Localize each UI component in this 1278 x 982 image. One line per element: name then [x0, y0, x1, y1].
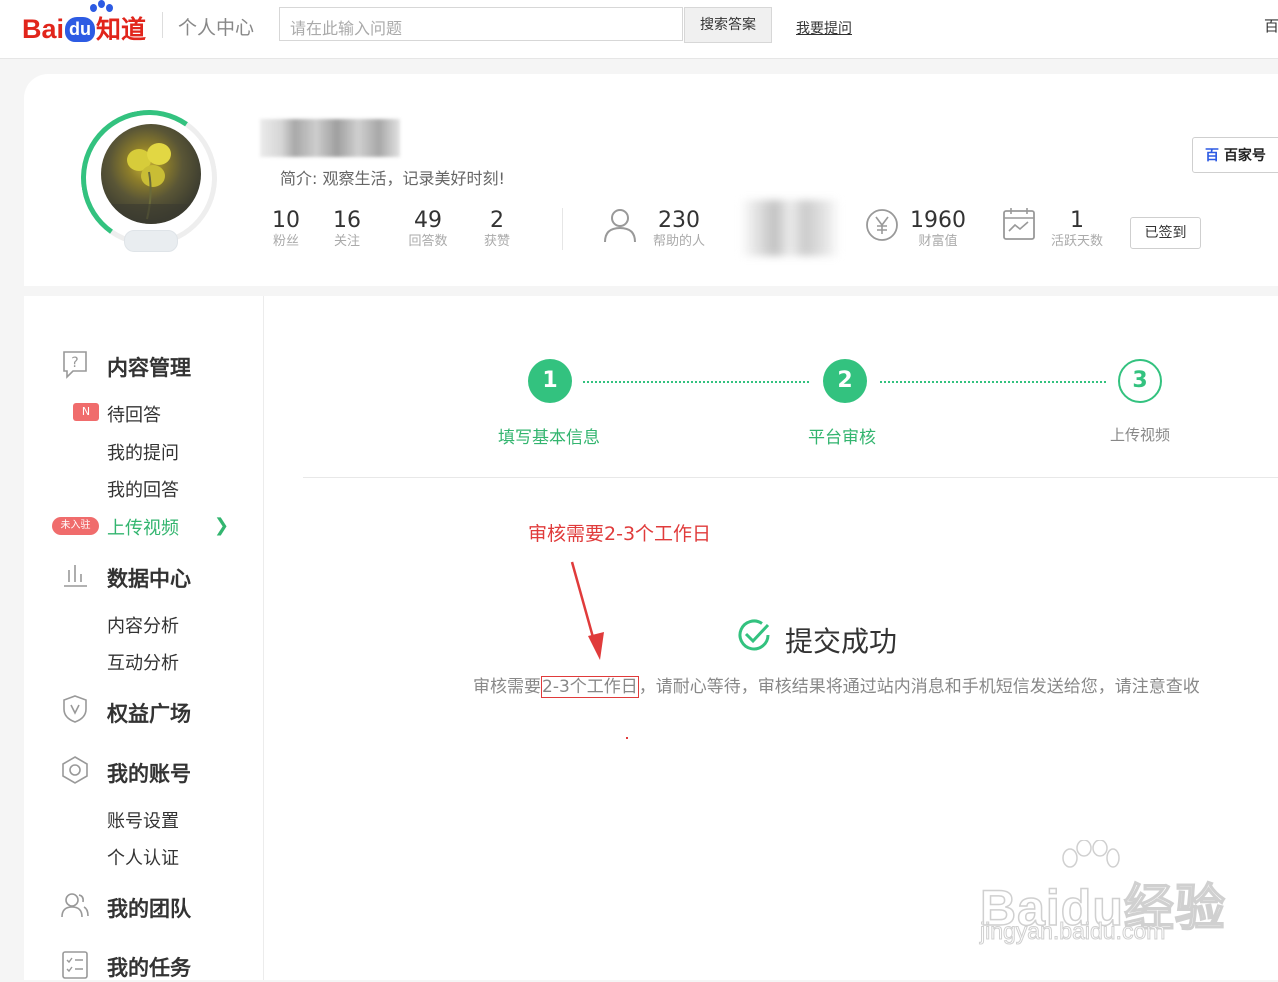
desc-highlight: 2-3个工作日 — [541, 676, 639, 698]
red-annotation: 审核需要2-3个工作日 — [528, 523, 712, 545]
stat-fans[interactable]: 10 粉丝 — [268, 208, 304, 250]
stats-divider — [562, 208, 563, 250]
svg-text:?: ? — [71, 355, 78, 371]
team-icon — [61, 893, 89, 918]
step-3-label: 上传视频 — [1110, 426, 1171, 444]
top-right-link[interactable]: 百 — [1264, 15, 1278, 36]
baijiahao-label: 百家号 — [1223, 148, 1266, 164]
stat-label: 关注 — [333, 234, 360, 249]
stat-num: 49 — [414, 208, 442, 233]
nav-content-management[interactable]: 内容管理 — [107, 352, 191, 382]
nav-my-answers[interactable]: 我的回答 — [107, 476, 179, 502]
step-connector-2 — [880, 381, 1106, 383]
shield-icon — [63, 695, 87, 723]
stat-active-days[interactable]: 1 活跃天数 — [1045, 208, 1109, 250]
ask-question-link[interactable]: 我要提问 — [796, 18, 852, 38]
step-1-circle: 1 — [528, 359, 572, 403]
stat-answers[interactable]: 49 回答数 — [402, 208, 454, 250]
task-list-icon — [62, 951, 88, 979]
sidebar — [24, 296, 264, 980]
section-title: 个人中心 — [178, 17, 255, 39]
stat-num: 16 — [333, 208, 361, 233]
stat-num: 230 — [658, 208, 700, 233]
step-connector-1 — [583, 381, 809, 383]
top-bar: Bai du 知道 个人中心 请在此输入问题 搜索答案 我要提问 百 — [0, 0, 1278, 59]
baijiahao-button[interactable]: 百 百家号 — [1192, 137, 1278, 173]
signed-in-button[interactable]: 已签到 — [1130, 217, 1201, 249]
level-badge — [124, 230, 178, 252]
stat-label: 粉丝 — [272, 234, 299, 249]
nav-benefits[interactable]: 权益广场 — [107, 698, 191, 728]
logo-du: du — [65, 17, 96, 42]
check-circle-icon — [738, 619, 770, 651]
stat-label: 获赞 — [483, 234, 510, 249]
baijiahao-icon: 百 — [1205, 148, 1219, 164]
nav-content-analysis[interactable]: 内容分析 — [107, 612, 179, 638]
nav-my-tasks[interactable]: 我的任务 — [107, 952, 191, 982]
stat-num: 1960 — [910, 208, 966, 233]
stat-num: 10 — [272, 208, 300, 233]
desc-prefix: 审核需要 — [473, 677, 541, 697]
stat-label: 帮助的人 — [652, 234, 705, 249]
nav-data-center[interactable]: 数据中心 — [107, 563, 191, 593]
yuan-icon — [866, 209, 898, 241]
red-arrow-icon — [570, 561, 604, 660]
logo-product: 知道 — [96, 16, 147, 44]
nav-my-team[interactable]: 我的团队 — [107, 893, 191, 923]
new-badge: N — [73, 403, 99, 421]
step-2-circle: 2 — [823, 359, 867, 403]
nav-pending-answers[interactable]: 待回答 — [107, 401, 161, 427]
stat-following[interactable]: 16 关注 — [329, 208, 365, 250]
blurred-stat — [740, 200, 840, 256]
stat-wealth[interactable]: 1960 财富值 — [910, 208, 966, 250]
username-blurred — [260, 119, 400, 157]
stray-dot — [626, 737, 628, 739]
success-title: 提交成功 — [785, 625, 898, 658]
step-1-label: 填写基本信息 — [498, 428, 600, 448]
step-3-circle: 3 — [1118, 359, 1162, 403]
bar-chart-icon — [64, 565, 87, 587]
desc-suffix: ，请耐心等待，审核结果将通过站内消息和手机短信发送给您，请注意查收 — [638, 677, 1200, 697]
stat-label: 回答数 — [408, 234, 448, 249]
question-icon: ? — [63, 351, 87, 379]
stat-likes[interactable]: 2 获赞 — [479, 208, 515, 250]
divider — [303, 477, 1278, 478]
stat-helped[interactable]: 230 帮助的人 — [648, 208, 710, 250]
settings-hexagon-icon — [62, 756, 88, 784]
nav-my-account[interactable]: 我的账号 — [107, 758, 191, 788]
nav-my-questions[interactable]: 我的提问 — [107, 439, 179, 465]
stat-label: 财富值 — [918, 234, 958, 249]
calendar-icon — [1003, 208, 1035, 240]
header-divider — [162, 12, 163, 38]
avatar[interactable] — [101, 124, 201, 224]
logo-brand: Bai — [22, 14, 65, 44]
person-icon — [604, 209, 636, 243]
step-2-label: 平台审核 — [808, 428, 876, 448]
nav-personal-cert[interactable]: 个人认证 — [107, 844, 179, 870]
stat-num: 2 — [490, 208, 504, 233]
search-button[interactable]: 搜索答案 — [684, 7, 772, 43]
success-description: 审核需要2-3个工作日，请耐心等待，审核结果将通过站内消息和手机短信发送给您，请… — [473, 672, 1200, 698]
stat-label: 活跃天数 — [1050, 234, 1103, 249]
not-joined-badge: 未入驻 — [52, 517, 99, 535]
nav-interaction-analysis[interactable]: 互动分析 — [107, 649, 179, 675]
chevron-right-icon: ❯ — [214, 515, 230, 536]
stat-num: 1 — [1070, 208, 1084, 233]
user-bio: 简介: 观察生活，记录美好时刻! — [280, 169, 505, 188]
search-input[interactable]: 请在此输入问题 — [279, 7, 683, 41]
watermark-sub: jingyan.baidu.com — [979, 918, 1166, 945]
nav-upload-video[interactable]: 上传视频 — [107, 514, 179, 540]
nav-account-settings[interactable]: 账号设置 — [107, 807, 179, 833]
